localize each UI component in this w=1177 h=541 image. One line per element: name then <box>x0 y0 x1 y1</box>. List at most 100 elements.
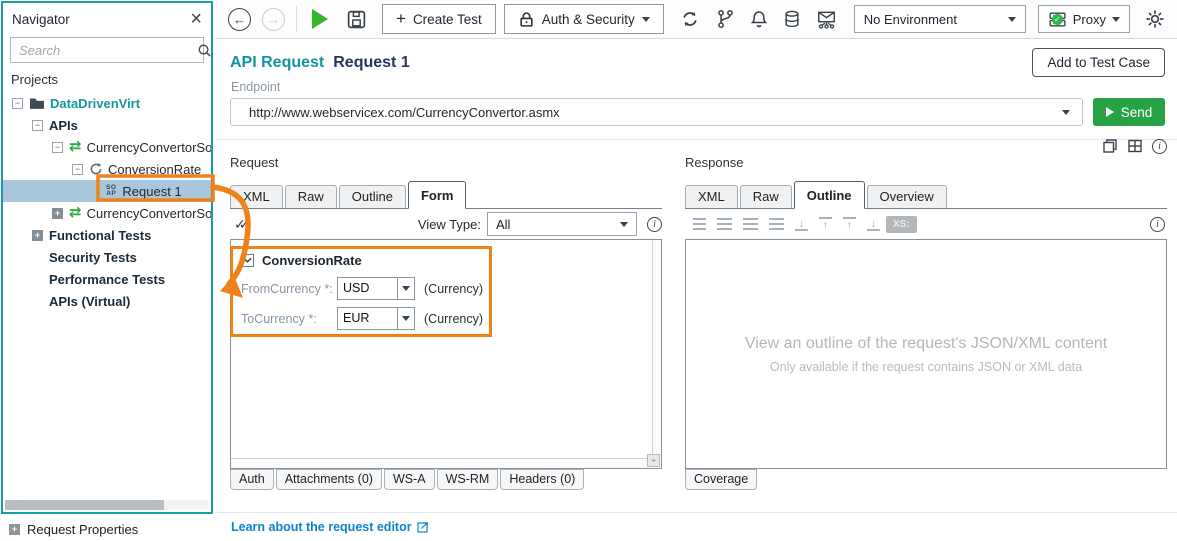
tab-form[interactable]: Form <box>407 181 467 209</box>
move-up-icon: ↑ <box>819 217 832 231</box>
view-type-select[interactable]: All <box>487 212 637 236</box>
chevron-down-icon <box>1007 16 1016 22</box>
vertical-scrollbar[interactable] <box>652 240 661 458</box>
horizontal-scrollbar[interactable] <box>231 458 652 468</box>
tab-raw[interactable]: Raw <box>284 185 337 208</box>
tree-item-label: Security Tests <box>49 249 137 265</box>
proxy-enabled-check-icon: ✓ <box>1051 13 1063 25</box>
tab-overview[interactable]: Overview <box>866 185 947 208</box>
endpoint-value: http://www.webservicex.com/CurrencyConve… <box>249 104 560 120</box>
play-icon <box>1105 107 1114 117</box>
jump-bottom-icon: ↓ <box>867 217 880 231</box>
save-icon[interactable] <box>346 9 367 30</box>
info-icon[interactable]: i <box>1150 216 1165 232</box>
tab-attachments[interactable]: Attachments (0) <box>275 469 382 490</box>
tree-item-performance-tests[interactable]: Performance Tests <box>3 268 211 290</box>
response-panel: Response XML Raw Outline Overview ↓ ↑ ↑ … <box>685 155 1167 490</box>
from-currency-select[interactable]: USD <box>337 277 415 300</box>
tree-item-apis[interactable]: − APIs <box>3 114 211 136</box>
back-button[interactable]: ← <box>228 7 251 31</box>
field-label: FromCurrency *: <box>241 281 333 296</box>
navigator-horizontal-scrollbar[interactable] <box>5 500 209 510</box>
request-tabs: XML Raw Outline Form <box>230 180 662 209</box>
tab-xml[interactable]: XML <box>685 185 738 208</box>
learn-about-request-editor-link[interactable]: Learn about the request editor <box>231 520 429 534</box>
expand-icon[interactable]: + <box>32 229 43 241</box>
folder-icon <box>29 97 45 110</box>
notifications-bell-icon[interactable] <box>750 10 768 29</box>
tab-headers[interactable]: Headers (0) <box>500 469 585 490</box>
search-box[interactable] <box>10 37 211 63</box>
run-button[interactable] <box>312 9 328 29</box>
tab-outline[interactable]: Outline <box>793 181 865 209</box>
tree-item-label: ConversionRate <box>108 161 202 177</box>
page-title-name: Request 1 <box>333 53 410 71</box>
tree-item-project[interactable]: − DataDrivenVirt <box>3 92 211 114</box>
request-bottom-tabs: Auth Attachments (0) WS-A WS-RM Headers … <box>230 469 662 490</box>
tree-item-label: CurrencyConvertorSo <box>86 139 211 155</box>
info-icon[interactable]: i <box>1152 138 1167 154</box>
close-icon[interactable]: × <box>190 9 202 29</box>
tree-item-security-tests[interactable]: Security Tests <box>3 246 211 268</box>
endpoint-combo[interactable]: http://www.webservicex.com/CurrencyConve… <box>230 98 1083 126</box>
tree-item-label: CurrencyConvertorSo <box>86 205 211 221</box>
to-currency-select[interactable]: EUR <box>337 307 415 330</box>
tree-item-operation[interactable]: − ConversionRate <box>3 158 211 180</box>
expand-icon[interactable]: + <box>52 207 63 219</box>
collapse-icon[interactable]: − <box>72 163 83 175</box>
environment-select[interactable]: No Environment <box>853 5 1026 33</box>
request-properties-toggle[interactable]: + Request Properties <box>0 518 215 541</box>
tab-raw[interactable]: Raw <box>739 185 792 208</box>
scroll-corner-icon[interactable]: ⌖ <box>647 454 660 467</box>
create-test-button[interactable]: + Create Test <box>382 4 496 34</box>
tab-ws-rm[interactable]: WS-RM <box>436 469 499 490</box>
collapse-icon[interactable]: − <box>32 119 43 131</box>
refresh-icon[interactable] <box>680 9 700 29</box>
proxy-button[interactable]: ✓ Proxy <box>1037 5 1130 33</box>
tree-item-label: DataDrivenVirt <box>50 95 141 111</box>
settings-gear-icon[interactable] <box>1145 9 1165 29</box>
field-type-hint: (Currency) <box>424 311 484 326</box>
chevron-down-icon[interactable] <box>397 308 414 329</box>
tab-outline[interactable]: Outline <box>338 185 406 208</box>
tree-item-request-1[interactable]: SO AP Request 1 <box>3 180 211 202</box>
layout-grid-icon[interactable] <box>1127 138 1143 154</box>
database-icon[interactable] <box>783 10 801 29</box>
chevron-down-icon <box>1062 109 1070 115</box>
tab-auth[interactable]: Auth <box>230 469 274 490</box>
response-placeholder-title: View an outline of the request's JSON/XM… <box>744 334 1108 352</box>
tree-item-interface-1[interactable]: − ⇄ CurrencyConvertorSo <box>3 136 211 158</box>
tab-xml[interactable]: XML <box>230 185 283 208</box>
info-icon[interactable]: i <box>647 216 662 232</box>
scrollbar-thumb[interactable] <box>5 500 165 510</box>
detach-window-icon[interactable] <box>1102 138 1118 154</box>
tree-item-functional-tests[interactable]: + Functional Tests <box>3 224 211 246</box>
tab-coverage[interactable]: Coverage <box>685 469 758 490</box>
project-tree: − DataDrivenVirt − APIs − ⇄ CurrencyConv… <box>3 92 211 312</box>
collapse-icon[interactable]: − <box>12 97 23 109</box>
app-window: Navigator × Projects − DataDrivenVirt − … <box>0 0 1177 541</box>
send-button[interactable]: Send <box>1093 98 1165 126</box>
group-collapse-checkbox[interactable] <box>241 253 254 267</box>
search-input[interactable] <box>19 42 197 58</box>
plus-icon: + <box>396 9 406 28</box>
divider <box>215 139 1177 140</box>
response-outline-editor: View an outline of the request's JSON/XM… <box>685 239 1167 469</box>
validate-icon[interactable]: ✓✓ <box>230 216 251 233</box>
search-icon[interactable] <box>197 43 212 58</box>
git-branch-icon[interactable] <box>716 9 735 29</box>
forward-button[interactable]: → <box>262 7 285 31</box>
response-placeholder-subtitle: Only available if the request contains J… <box>769 359 1083 374</box>
outline-expand-more-icon <box>743 218 758 230</box>
tab-ws-a[interactable]: WS-A <box>383 469 435 490</box>
add-to-test-case-button[interactable]: Add to Test Case <box>1032 48 1165 77</box>
tree-item-apis-virtual[interactable]: APIs (Virtual) <box>3 290 211 312</box>
top-toolbar: ← → + Create Test Auth & Security No Env… <box>215 0 1177 39</box>
expand-icon[interactable]: + <box>9 524 20 535</box>
response-tabs: XML Raw Outline Overview <box>685 180 1167 209</box>
tree-item-interface-2[interactable]: + ⇄ CurrencyConvertorSo <box>3 202 211 224</box>
jms-mail-icon[interactable] <box>816 10 837 29</box>
collapse-icon[interactable]: − <box>52 141 63 153</box>
auth-security-button[interactable]: Auth & Security <box>503 4 664 34</box>
chevron-down-icon[interactable] <box>397 278 414 299</box>
